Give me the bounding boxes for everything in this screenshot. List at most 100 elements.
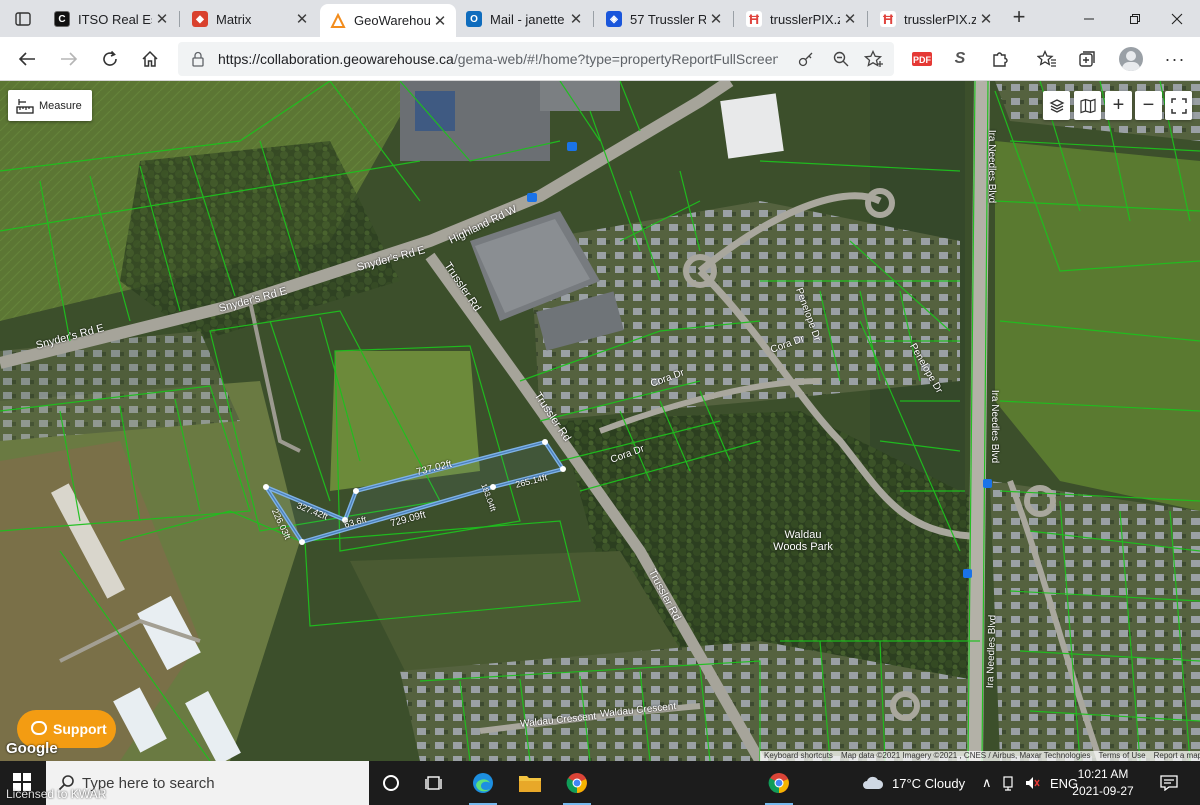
cortana-button[interactable] — [369, 766, 413, 800]
home-icon — [142, 50, 158, 67]
tab-dropbox[interactable]: ◈ 57 Trussler Roa ✕ — [596, 4, 732, 34]
close-icon[interactable]: ✕ — [430, 12, 450, 30]
new-tab-button[interactable]: + — [1006, 6, 1032, 30]
add-favorite-icon[interactable] — [864, 50, 884, 68]
extension-pdf-button[interactable]: PDF — [907, 45, 937, 73]
edge-taskbar-button[interactable] — [461, 766, 505, 805]
puzzle-icon — [993, 52, 1008, 67]
close-icon[interactable]: ✕ — [976, 10, 996, 28]
tab-title: ITSO Real Estat — [78, 11, 152, 27]
satellite-map[interactable]: Highland Rd W Snyder's Rd E Snyder's Rd … — [0, 81, 1200, 761]
svg-text:PDF: PDF — [913, 55, 932, 65]
zoom-icon[interactable] — [832, 50, 850, 68]
google-logo: Google — [6, 740, 58, 757]
volume-button[interactable] — [1024, 761, 1040, 805]
key-icon[interactable] — [798, 51, 814, 67]
more-menu-button[interactable]: ··· — [1160, 45, 1190, 73]
extensions-button[interactable] — [985, 45, 1015, 73]
back-arrow-icon — [18, 52, 35, 66]
ira-needles-blvd[interactable] — [967, 81, 990, 761]
tab-mail[interactable]: O Mail - janette g ✕ — [456, 4, 592, 34]
close-icon[interactable]: ✕ — [152, 10, 172, 28]
zoom-in-icon: + — [1112, 94, 1125, 116]
tab-zip-2[interactable]: Ħ trusslerPIX.zip ✕ — [870, 4, 1002, 34]
url-text: https://collaboration.geowarehouse.ca/ge… — [218, 51, 778, 67]
tab-title: Mail - janette g — [490, 11, 566, 27]
refresh-icon — [103, 50, 117, 66]
tab-separator — [179, 11, 180, 27]
tab-geowarehouse[interactable]: GeoWarehouse ✕ — [320, 4, 456, 37]
extension-s-button[interactable]: S — [945, 45, 975, 73]
transit-marker[interactable] — [963, 569, 972, 578]
task-view-button[interactable] — [413, 766, 457, 800]
url-path: /gema-web/#!/home?type=propertyReportFul… — [453, 51, 778, 67]
close-icon[interactable]: ✕ — [566, 10, 586, 28]
notifications-button[interactable] — [1160, 761, 1178, 805]
minimize-button[interactable] — [1066, 0, 1112, 37]
close-icon[interactable]: ✕ — [840, 10, 860, 28]
tab-separator — [867, 11, 868, 27]
address-bar[interactable]: https://collaboration.geowarehouse.ca/ge… — [178, 42, 894, 76]
transit-marker[interactable] — [983, 479, 992, 488]
home-button[interactable] — [135, 45, 165, 73]
report-error-link[interactable]: Report a map error — [1154, 751, 1200, 761]
refresh-button[interactable] — [95, 45, 125, 73]
layers-button[interactable] — [1043, 91, 1070, 120]
tab-itso[interactable]: C ITSO Real Estat ✕ — [44, 4, 178, 34]
system-clock[interactable]: 10:21 AM 2021-09-27 — [1068, 766, 1138, 800]
map-canvas[interactable] — [0, 81, 1200, 761]
file-explorer-button[interactable] — [508, 766, 552, 800]
back-button[interactable] — [12, 45, 42, 73]
weather-widget[interactable]: 17°C Cloudy — [862, 761, 965, 805]
clock-date: 2021-09-27 — [1072, 784, 1134, 798]
more-dots-icon: ··· — [1164, 48, 1186, 69]
close-icon[interactable]: ✕ — [292, 10, 312, 28]
chrome-taskbar-button[interactable] — [555, 766, 599, 805]
measure-button[interactable]: Measure — [8, 90, 92, 121]
tab-title: trusslerPIX.zip — [770, 11, 840, 27]
keyboard-shortcuts-link[interactable]: Keyboard shortcuts — [764, 751, 833, 761]
terms-link[interactable]: Terms of Use — [1099, 751, 1146, 761]
url-host: https://collaboration.geowarehouse.ca — [218, 51, 454, 67]
favorites-button[interactable] — [1032, 45, 1062, 73]
tab-title: trusslerPIX.zip — [904, 11, 976, 27]
tab-actions-icon — [15, 12, 31, 26]
collections-icon — [1079, 51, 1095, 67]
fullscreen-button[interactable] — [1165, 91, 1192, 120]
tab-actions-button[interactable] — [6, 6, 40, 32]
minimize-icon — [1084, 18, 1094, 19]
forward-button[interactable] — [54, 45, 84, 73]
restore-button[interactable] — [1112, 0, 1158, 37]
task-view-icon — [425, 776, 442, 790]
map-type-button[interactable] — [1074, 91, 1101, 120]
zoom-in-button[interactable]: + — [1105, 91, 1132, 120]
show-hidden-icons-button[interactable]: ∧ — [982, 761, 992, 805]
measure-ruler-icon — [16, 98, 34, 114]
favorites-icon — [1037, 50, 1056, 67]
zoom-out-button[interactable]: − — [1135, 91, 1162, 120]
tab-matrix[interactable]: ◆ Matrix ✕ — [182, 4, 318, 34]
close-icon[interactable]: ✕ — [706, 10, 726, 28]
network-button[interactable] — [1002, 761, 1018, 805]
license-watermark: Licensed to KWAR — [6, 787, 107, 801]
transit-marker[interactable] — [567, 142, 577, 151]
layers-icon — [1049, 98, 1064, 113]
street-label-ira-needles: Ira Needles Blvd — [989, 389, 1001, 464]
volume-muted-icon — [1026, 777, 1040, 789]
close-window-button[interactable] — [1154, 0, 1200, 37]
profile-avatar[interactable] — [1119, 47, 1143, 71]
measure-label: Measure — [39, 99, 82, 112]
pdf-favicon: Ħ — [880, 11, 896, 27]
restore-icon — [1130, 13, 1140, 24]
chrome-secondary-button[interactable] — [757, 766, 801, 805]
transit-marker[interactable] — [527, 193, 537, 202]
clock-time: 10:21 AM — [1077, 767, 1129, 781]
windows-taskbar: Type here to search 17°C Cloudy ∧ ENG 10… — [0, 761, 1200, 805]
park-label-waldau-woods: Waldau Woods Park — [773, 529, 833, 553]
itso-favicon: C — [54, 11, 70, 27]
s-extension-icon: S — [954, 50, 966, 67]
street-label-ira-needles: Ira Needles Blvd — [986, 129, 998, 204]
collections-button[interactable] — [1072, 45, 1102, 73]
tab-zip-1[interactable]: Ħ trusslerPIX.zip ✕ — [736, 4, 866, 34]
dropbox-favicon: ◈ — [606, 11, 622, 27]
